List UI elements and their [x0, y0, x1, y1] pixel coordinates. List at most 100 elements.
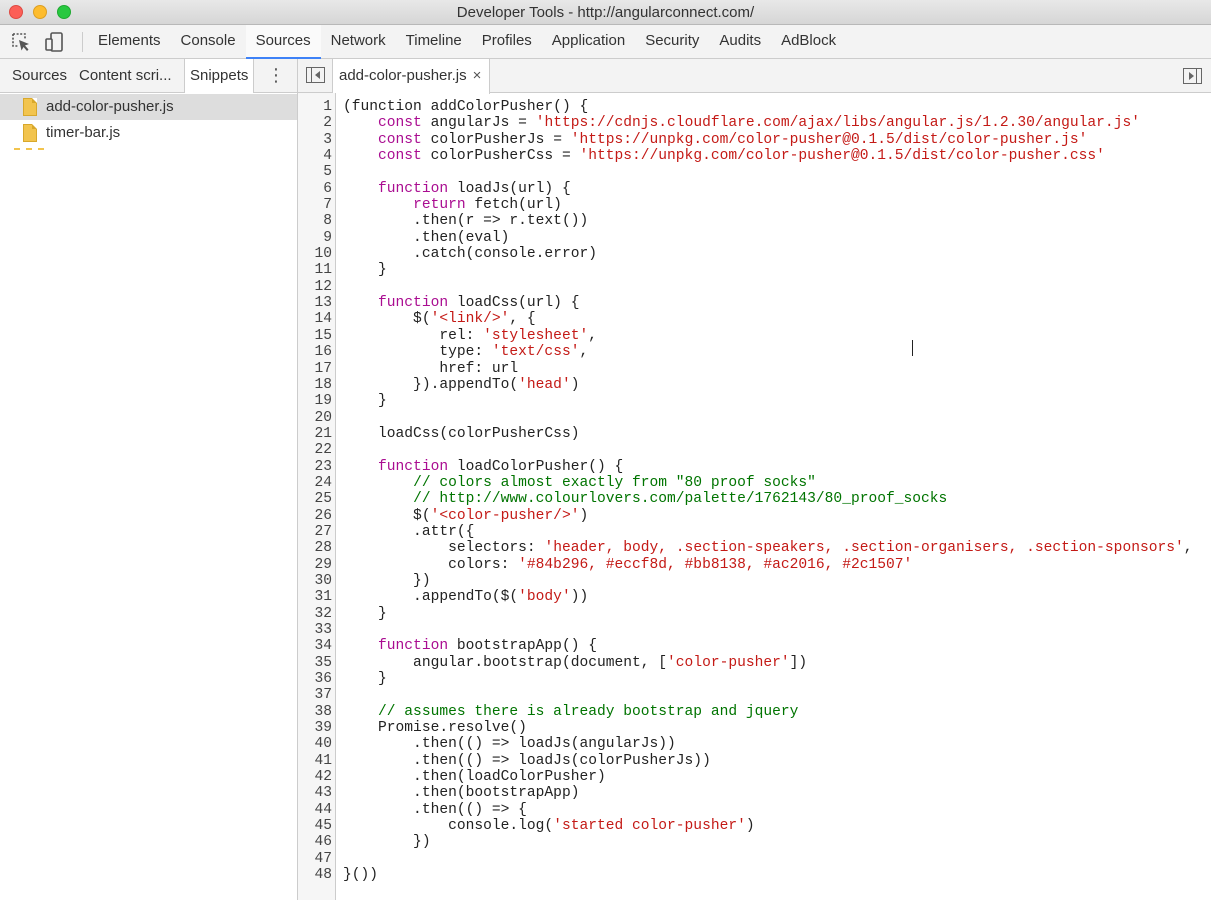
line-number[interactable]: 11	[298, 262, 332, 278]
code-line[interactable]: 35 angular.bootstrap(document, ['color-p…	[298, 655, 1211, 671]
code-line[interactable]: 30 })	[298, 573, 1211, 589]
line-number[interactable]: 47	[298, 851, 332, 867]
line-number[interactable]: 28	[298, 540, 332, 556]
line-number[interactable]: 4	[298, 148, 332, 164]
tab-timeline[interactable]: Timeline	[396, 25, 472, 59]
code-line[interactable]: 28 selectors: 'header, body, .section-sp…	[298, 540, 1211, 556]
tab-profiles[interactable]: Profiles	[472, 25, 542, 59]
line-number[interactable]: 9	[298, 230, 332, 246]
code-line[interactable]: 41 .then(() => loadJs(colorPusherJs))	[298, 753, 1211, 769]
code-line[interactable]: 26 $('<color-pusher/>')	[298, 508, 1211, 524]
line-number[interactable]: 44	[298, 802, 332, 818]
line-number[interactable]: 5	[298, 164, 332, 180]
code-line[interactable]: 2 const angularJs = 'https://cdnjs.cloud…	[298, 115, 1211, 131]
nav-tab-sources[interactable]: Sources	[12, 59, 67, 93]
code-line[interactable]: 20	[298, 410, 1211, 426]
line-number[interactable]: 34	[298, 638, 332, 654]
line-number[interactable]: 43	[298, 785, 332, 801]
line-number[interactable]: 20	[298, 410, 332, 426]
code-line[interactable]: 1 (function addColorPusher() {	[298, 99, 1211, 115]
toggle-debugger-icon[interactable]	[1183, 68, 1202, 84]
line-number[interactable]: 39	[298, 720, 332, 736]
code-line[interactable]: 36 }	[298, 671, 1211, 687]
line-number[interactable]: 33	[298, 622, 332, 638]
code-line[interactable]: 48}())	[298, 867, 1211, 883]
line-number[interactable]: 25	[298, 491, 332, 507]
line-number[interactable]: 17	[298, 361, 332, 377]
line-number[interactable]: 19	[298, 393, 332, 409]
code-line[interactable]: 15 rel: 'stylesheet',	[298, 328, 1211, 344]
code-line[interactable]: 39 Promise.resolve()	[298, 720, 1211, 736]
line-number[interactable]: 6	[298, 181, 332, 197]
tab-network[interactable]: Network	[321, 25, 396, 59]
line-number[interactable]: 15	[298, 328, 332, 344]
code-line[interactable]: 24 // colors almost exactly from "80 pro…	[298, 475, 1211, 491]
line-number[interactable]: 29	[298, 557, 332, 573]
tab-elements[interactable]: Elements	[88, 25, 171, 59]
line-number[interactable]: 10	[298, 246, 332, 262]
code-line[interactable]: 13 function loadCss(url) {	[298, 295, 1211, 311]
line-number[interactable]: 13	[298, 295, 332, 311]
code-line[interactable]: 16 type: 'text/css',	[298, 344, 1211, 360]
code-line[interactable]: 19 }	[298, 393, 1211, 409]
line-number[interactable]: 38	[298, 704, 332, 720]
code-line[interactable]: 47	[298, 851, 1211, 867]
editor-file-tab[interactable]: add-color-pusher.js ×	[333, 59, 491, 94]
code-line[interactable]: 12	[298, 279, 1211, 295]
line-number[interactable]: 41	[298, 753, 332, 769]
code-line[interactable]: 27 .attr({	[298, 524, 1211, 540]
code-line[interactable]: 17 href: url	[298, 361, 1211, 377]
nav-tab-content-scripts[interactable]: Content scri...	[79, 59, 172, 93]
line-number[interactable]: 46	[298, 834, 332, 850]
line-number[interactable]: 26	[298, 508, 332, 524]
line-number[interactable]: 37	[298, 687, 332, 703]
line-number[interactable]: 27	[298, 524, 332, 540]
code-line[interactable]: 34 function bootstrapApp() {	[298, 638, 1211, 654]
line-number[interactable]: 7	[298, 197, 332, 213]
code-line[interactable]: 29 colors: '#84b296, #eccf8d, #bb8138, #…	[298, 557, 1211, 573]
code-line[interactable]: 42 .then(loadColorPusher)	[298, 769, 1211, 785]
code-line[interactable]: 44 .then(() => {	[298, 802, 1211, 818]
line-number[interactable]: 42	[298, 769, 332, 785]
code-line[interactable]: 33	[298, 622, 1211, 638]
tab-audits[interactable]: Audits	[709, 25, 771, 59]
tab-adblock[interactable]: AdBlock	[771, 25, 846, 59]
line-number[interactable]: 24	[298, 475, 332, 491]
close-tab-icon[interactable]: ×	[473, 59, 482, 93]
code-editor[interactable]: 1 (function addColorPusher() {2 const ang…	[298, 93, 1211, 900]
tab-security[interactable]: Security	[635, 25, 709, 59]
line-number[interactable]: 40	[298, 736, 332, 752]
line-number[interactable]: 16	[298, 344, 332, 360]
more-options-icon[interactable]: ⋮	[266, 66, 286, 86]
line-number[interactable]: 22	[298, 442, 332, 458]
code-line[interactable]: 18 }).appendTo('head')	[298, 377, 1211, 393]
code-line[interactable]: 46 })	[298, 834, 1211, 850]
line-number[interactable]: 2	[298, 115, 332, 131]
code-line[interactable]: 5	[298, 164, 1211, 180]
toggle-navigator-icon[interactable]	[306, 67, 325, 83]
line-number[interactable]: 12	[298, 279, 332, 295]
code-line[interactable]: 32 }	[298, 606, 1211, 622]
line-number[interactable]: 14	[298, 311, 332, 327]
nav-tab-snippets[interactable]: Snippets	[184, 59, 255, 93]
line-number[interactable]: 45	[298, 818, 332, 834]
code-line[interactable]: 37	[298, 687, 1211, 703]
line-number[interactable]: 30	[298, 573, 332, 589]
code-line[interactable]: 23 function loadColorPusher() {	[298, 459, 1211, 475]
file-item-timer-bar[interactable]: timer-bar.js	[0, 120, 297, 146]
code-line[interactable]: 6 function loadJs(url) {	[298, 181, 1211, 197]
code-line[interactable]: 38 // assumes there is already bootstrap…	[298, 704, 1211, 720]
code-line[interactable]: 31 .appendTo($('body'))	[298, 589, 1211, 605]
device-mode-icon[interactable]	[44, 31, 66, 53]
code-line[interactable]: 8 .then(r => r.text())	[298, 213, 1211, 229]
line-number[interactable]: 3	[298, 132, 332, 148]
code-line[interactable]: 21 loadCss(colorPusherCss)	[298, 426, 1211, 442]
line-number[interactable]: 23	[298, 459, 332, 475]
code-line[interactable]: 45 console.log('started color-pusher')	[298, 818, 1211, 834]
tab-application[interactable]: Application	[542, 25, 635, 59]
line-number[interactable]: 36	[298, 671, 332, 687]
code-line[interactable]: 22	[298, 442, 1211, 458]
code-line[interactable]: 14 $('<link/>', {	[298, 311, 1211, 327]
tab-console[interactable]: Console	[171, 25, 246, 59]
code-line[interactable]: 43 .then(bootstrapApp)	[298, 785, 1211, 801]
